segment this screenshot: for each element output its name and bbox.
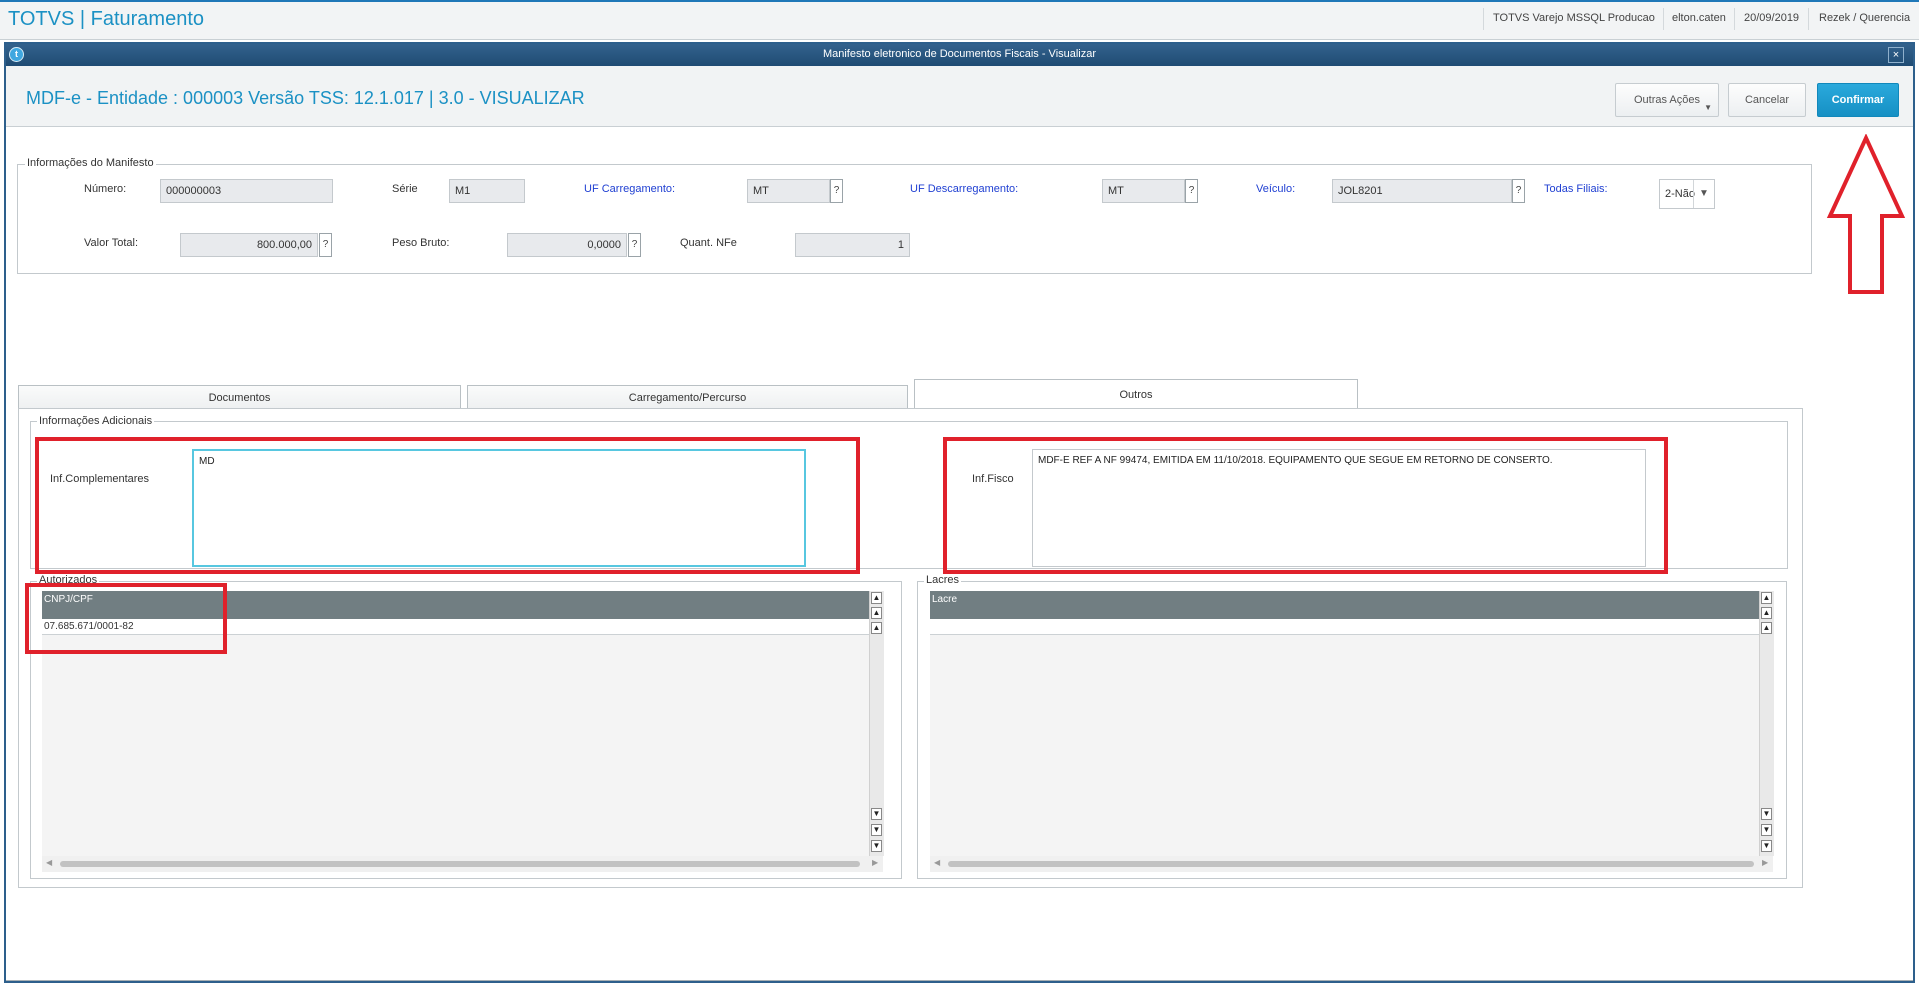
peso-bruto-field[interactable]: 0,0000 [507,233,627,257]
dialog-title: Manifesto eletronico de Documentos Fisca… [822,48,1097,60]
other-actions-button[interactable]: Outras Ações ▼ [1615,83,1719,117]
veiculo-field[interactable]: JOL8201 [1332,179,1512,203]
top-bar-divider [1808,8,1809,30]
scroll-top-icon[interactable]: ▲ [871,592,882,604]
top-bar-divider [1663,8,1664,30]
valor-total-field[interactable]: 800.000,00 [180,233,318,257]
numero-field[interactable]: 000000003 [160,179,333,203]
scrollbar-thumb[interactable] [60,861,860,867]
autorizados-grid-body[interactable] [42,635,869,856]
autorizados-vertical-scrollbar[interactable]: ▲ ▲ ▲ ▼ ▼ ▼ [869,591,884,856]
scroll-top-icon[interactable]: ▲ [1761,592,1772,604]
scrollbar-thumb[interactable] [948,861,1754,867]
scroll-down-icon[interactable]: ▼ [871,808,882,820]
scroll-bottom-icon[interactable]: ▼ [871,840,882,852]
annotation-box-cnpj-cpf [25,583,227,654]
uf-descarregamento-help-button[interactable]: ? [1185,179,1198,203]
annotation-box-inf-complementares [35,437,860,574]
scroll-bottom-icon[interactable]: ▼ [1761,840,1772,852]
serie-label: Série [392,183,418,195]
scroll-up-icon[interactable]: ▲ [871,622,882,634]
scroll-right-icon[interactable]: ▶ [1762,858,1768,867]
lacre-column-header[interactable]: Lacre [930,591,1759,619]
tab-documentos[interactable]: Documentos [18,385,461,409]
other-actions-label: Outras Ações [1633,94,1701,106]
additional-info-label: Informações Adicionais [37,415,155,427]
dialog-bottom-border [6,980,1913,981]
branch-label[interactable]: Rezek / Querencia [1819,12,1910,24]
scroll-page-up-icon[interactable]: ▲ [1761,607,1772,619]
date-label: 20/09/2019 [1744,12,1800,24]
uf-descarregamento-label: UF Descarregamento: [910,183,1019,195]
table-row[interactable] [930,619,1759,635]
serie-field[interactable]: M1 [449,179,525,203]
tab-outros[interactable]: Outros [914,379,1358,409]
scroll-up-icon[interactable]: ▲ [1761,622,1772,634]
close-icon[interactable]: × [1888,47,1904,63]
uf-descarregamento-field[interactable]: MT [1102,179,1185,203]
page-title: MDF-e - Entidade : 000003 Versão TSS: 12… [26,88,585,108]
top-bar-divider [1483,8,1484,30]
valor-total-label: Valor Total: [84,237,139,249]
lacres-horizontal-scrollbar[interactable]: ◀ ▶ [930,856,1773,872]
valor-total-help-button[interactable]: ? [319,233,332,257]
confirm-button[interactable]: Confirmar [1817,83,1899,117]
peso-bruto-label: Peso Bruto: [392,237,450,249]
scroll-page-down-icon[interactable]: ▼ [1761,824,1772,836]
numero-label: Número: [84,183,127,195]
uf-carregamento-help-button[interactable]: ? [830,179,843,203]
scroll-page-down-icon[interactable]: ▼ [871,824,882,836]
dropdown-arrow-icon: ▼ [1693,180,1714,208]
uf-carregamento-label: UF Carregamento: [584,183,676,195]
autorizados-horizontal-scrollbar[interactable]: ◀ ▶ [42,856,883,872]
lacres-grid-body[interactable] [930,635,1759,856]
environment-label: TOTVS Varejo MSSQL Producao [1493,12,1655,24]
lacres-vertical-scrollbar[interactable]: ▲ ▲ ▲ ▼ ▼ ▼ [1759,591,1774,856]
veiculo-help-button[interactable]: ? [1512,179,1525,203]
scroll-down-icon[interactable]: ▼ [1761,808,1772,820]
scroll-page-up-icon[interactable]: ▲ [871,607,882,619]
todas-filiais-label: Todas Filiais: [1544,183,1608,195]
quant-nfe-field[interactable]: 1 [795,233,910,257]
veiculo-label: Veículo: [1256,183,1296,195]
annotation-box-inf-fisco [943,437,1668,574]
peso-bruto-help-button[interactable]: ? [628,233,641,257]
uf-carregamento-field[interactable]: MT [747,179,830,203]
tab-carregamento-percurso[interactable]: Carregamento/Percurso [467,385,908,409]
lacres-label: Lacres [924,574,962,586]
quant-nfe-label: Quant. NFe [680,237,737,249]
todas-filiais-select[interactable]: 2-Não ▼ [1659,179,1715,209]
scroll-right-icon[interactable]: ▶ [872,858,878,867]
scroll-left-icon[interactable]: ◀ [46,858,52,867]
cancel-button[interactable]: Cancelar [1728,83,1806,117]
top-bar-divider [1734,8,1735,30]
scroll-left-icon[interactable]: ◀ [934,858,940,867]
caret-down-icon: ▼ [1704,103,1712,112]
annotation-arrow-up-icon [1826,134,1906,294]
todas-filiais-value: 2-Não [1665,188,1695,200]
user-label[interactable]: elton.caten [1672,12,1726,24]
app-title: TOTVS | Faturamento [8,8,205,30]
manifest-info-label: Informações do Manifesto [25,157,156,169]
